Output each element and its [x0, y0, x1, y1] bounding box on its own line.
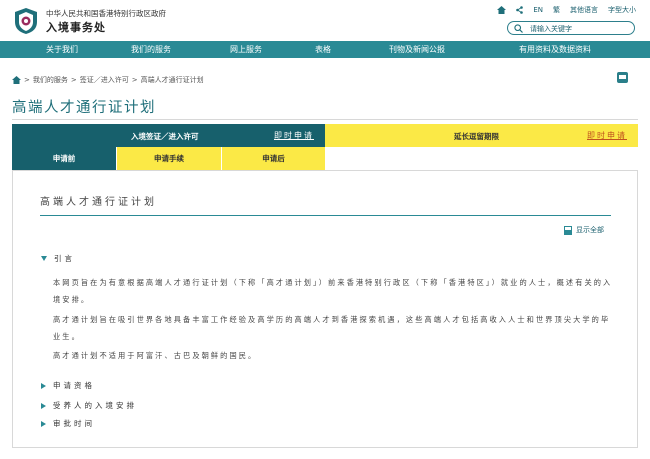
intro-paragraph-1: 本网页旨在为有意根据高端人才通行证计划（下称「高才通计划」）前来香港特别行政区（… [53, 278, 613, 304]
section-title: 高端人才通行证计划 [40, 197, 157, 208]
accordion-introduction-label: 引言 [54, 254, 75, 263]
search-box[interactable] [507, 21, 635, 35]
print-icon[interactable] [617, 72, 628, 83]
breadcrumb-home-icon[interactable] [12, 76, 21, 84]
section-divider [40, 215, 611, 216]
search-icon[interactable] [514, 24, 523, 33]
nav-about-us[interactable]: 关于我们 [46, 44, 78, 55]
other-languages-link[interactable]: 其他语言 [570, 5, 598, 15]
nav-useful-information[interactable]: 有用资料及数据资料 [519, 44, 591, 55]
accordion-eligibility[interactable]: 申请资格 [41, 380, 95, 391]
content-panel: 高端人才通行证计划 显示全部 引言 本网页旨在为有意根据高端人才通行证计划（下称… [12, 170, 638, 448]
breadcrumb-current: 高端人才通行证计划 [140, 76, 204, 84]
show-all-toggle[interactable]: 显示全部 [564, 225, 604, 235]
breadcrumb: > 我们的服务 > 签证／进入许可 > 高端人才通行证计划 [12, 75, 204, 85]
breadcrumb-our-services[interactable]: 我们的服务 [33, 75, 68, 85]
caret-right-icon [41, 420, 46, 427]
tab-extension-label: 延长逗留期限 [454, 132, 499, 141]
accordion-introduction[interactable]: 引言 [41, 253, 75, 264]
department-name[interactable]: 入境事务处 [46, 19, 106, 35]
font-size-link[interactable]: 字型大小 [608, 5, 636, 15]
show-all-label: 显示全部 [576, 226, 604, 234]
nav-e-services[interactable]: 网上服务 [230, 44, 262, 55]
breadcrumb-separator: > [70, 76, 77, 84]
share-icon[interactable] [516, 6, 524, 14]
tab-extension-of-stay[interactable]: 延长逗留期限 即时申请 [325, 124, 638, 147]
breadcrumb-visa-entry[interactable]: 签证／进入许可 [80, 75, 129, 85]
nav-publications-press[interactable]: 刊物及新闻公报 [389, 44, 445, 55]
page-title: 高端人才通行证计划 [12, 100, 156, 116]
department-name-line1: 中华人民共和国香港特别行政区政府 [46, 9, 166, 18]
caret-right-icon [41, 382, 46, 389]
accordion-dependants-label: 受养人的入境安排 [53, 401, 137, 410]
intro-paragraph-3: 高才通计划不适用于阿富汗、古巴及朝鲜的国民。 [53, 351, 258, 360]
breadcrumb-separator: > [131, 76, 138, 84]
lang-traditional-link[interactable]: 繁 [553, 5, 560, 15]
accordion-eligibility-label: 申请资格 [53, 381, 95, 390]
immd-emblem-logo[interactable] [13, 7, 39, 35]
caret-right-icon [41, 402, 46, 409]
subtab-after-application[interactable]: 申请后 [222, 147, 325, 170]
accordion-processing-time[interactable]: 审批时间 [41, 418, 95, 429]
intro-paragraph-2: 高才通计划旨在吸引世界各地具备丰富工作经验及高学历的高端人才到香港探索机遇，这些… [53, 315, 611, 341]
expand-all-icon [564, 225, 572, 235]
nav-our-services[interactable]: 我们的服务 [131, 44, 171, 55]
tab-entry-visa-label: 入境签证／进入许可 [131, 132, 199, 141]
nav-forms[interactable]: 表格 [315, 44, 331, 55]
accordion-processing-time-label: 审批时间 [53, 419, 95, 428]
lang-en-link[interactable]: EN [533, 6, 543, 14]
tab-entry-visa[interactable]: 入境签证／进入许可 即时申请 [12, 124, 325, 147]
apply-now-link-extension[interactable]: 即时申请 [587, 130, 627, 141]
caret-down-icon [41, 256, 47, 261]
breadcrumb-separator: > [24, 76, 30, 84]
main-navigation: 关于我们 我们的服务 网上服务 表格 刊物及新闻公报 有用资料及数据资料 [0, 41, 650, 58]
home-icon[interactable] [497, 6, 507, 14]
apply-now-link-entry[interactable]: 即时申请 [274, 130, 314, 141]
divider [12, 119, 638, 120]
site-header: 中华人民共和国香港特别行政区政府 入境事务处 EN 繁 其他语言 字型大小 [0, 0, 650, 40]
accordion-dependants[interactable]: 受养人的入境安排 [41, 400, 137, 411]
subtab-application-procedure[interactable]: 申请手续 [117, 147, 221, 170]
search-input[interactable] [530, 23, 630, 34]
top-utility-links: EN 繁 其他语言 字型大小 [497, 5, 636, 15]
subtab-before-application[interactable]: 申请前 [12, 147, 116, 170]
